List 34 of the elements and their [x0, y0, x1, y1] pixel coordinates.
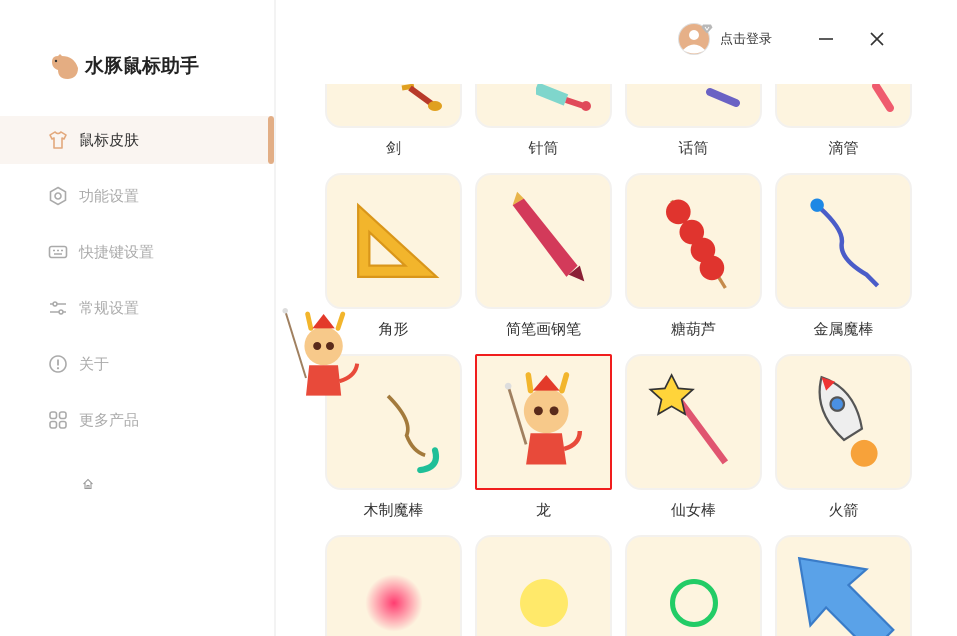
sidebar-item[interactable]: 常规设置 [0, 284, 274, 332]
sidebar-item[interactable]: 更多产品 [0, 396, 274, 444]
login-link[interactable]: 点击登录 [720, 30, 772, 48]
hexagon-gear-icon [48, 186, 68, 206]
skin-label: 糖葫芦 [671, 320, 716, 339]
dropper-icon [872, 84, 896, 112]
skin-card[interactable] [475, 354, 612, 490]
grid-icon [48, 410, 68, 430]
skin-label: 角形 [378, 320, 408, 339]
syringe-icon [536, 84, 592, 112]
shirt-icon [48, 130, 68, 150]
skin-label: 话筒 [678, 139, 708, 158]
skin-label: 金属魔棒 [814, 320, 874, 339]
skin-label: 针筒 [528, 139, 558, 158]
skin-label: 剑 [386, 139, 401, 158]
dot-icon [520, 579, 568, 627]
diamond-badge-icon [701, 24, 713, 34]
sidebar-item[interactable]: 快捷键设置 [0, 228, 274, 276]
home-icon [82, 478, 94, 490]
skin-label: 龙 [536, 501, 551, 520]
exclamation-circle-icon [48, 354, 68, 374]
app-name: 水豚鼠标助手 [85, 54, 199, 79]
sword-icon [400, 84, 444, 112]
sidebar-item[interactable]: 关于 [0, 340, 274, 388]
avatar[interactable] [678, 23, 710, 55]
skin-label: 火箭 [828, 501, 858, 520]
ring-icon [670, 579, 718, 627]
sidebar-item[interactable]: 功能设置 [0, 172, 274, 220]
close-icon[interactable] [869, 31, 885, 47]
skin-label: 木制魔棒 [364, 501, 424, 520]
skin-label: 滴管 [828, 139, 858, 158]
sidebar-item[interactable]: 鼠标皮肤 [0, 116, 274, 164]
skin-label: 仙女棒 [671, 501, 716, 520]
skin-label: 简笔画钢笔 [506, 320, 581, 339]
